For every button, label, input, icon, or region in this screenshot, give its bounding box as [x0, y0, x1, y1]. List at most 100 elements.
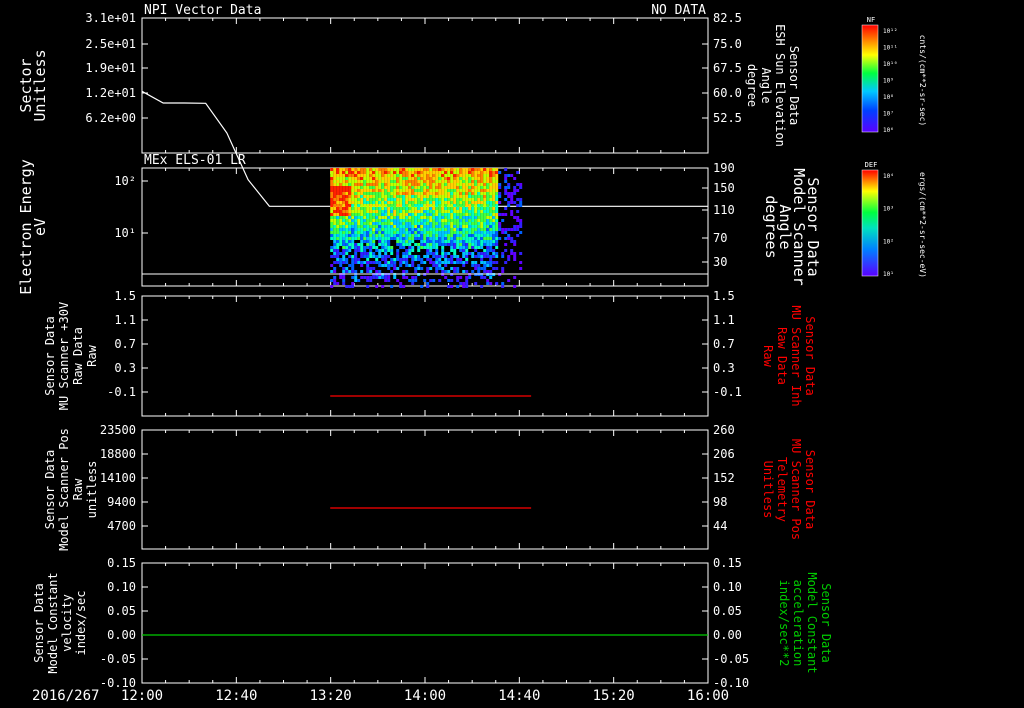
heatmap-cell: [435, 243, 439, 246]
heatmap-cell: [402, 180, 406, 183]
heatmap-cell: [459, 258, 463, 261]
heatmap-cell: [357, 192, 361, 195]
heatmap-cell: [381, 180, 385, 183]
heatmap-cell: [342, 243, 346, 246]
heatmap-cell: [339, 261, 343, 264]
heatmap-cell: [381, 219, 385, 222]
heatmap-cell: [360, 255, 364, 258]
heatmap-cell: [408, 264, 412, 267]
heatmap-cell: [495, 231, 499, 234]
heatmap-cell: [396, 267, 400, 270]
heatmap-cell: [405, 180, 409, 183]
heatmap-cell: [474, 228, 478, 231]
heatmap-cell: [384, 177, 388, 180]
left-axis-label: Sensor Data: [43, 450, 57, 529]
heatmap-cell: [390, 183, 394, 186]
heatmap-cell: [483, 198, 487, 201]
heatmap-cell: [393, 264, 397, 267]
colorbar-tick-label: 10⁹: [883, 78, 894, 85]
heatmap-cell: [396, 249, 400, 252]
heatmap-cell: [453, 225, 457, 228]
heatmap-cell: [420, 189, 424, 192]
heatmap-cell: [474, 213, 478, 216]
heatmap-cell: [378, 255, 382, 258]
heatmap-cell: [435, 261, 439, 264]
heatmap-cell: [462, 183, 466, 186]
heatmap-cell: [378, 186, 382, 189]
heatmap-cell: [465, 168, 469, 171]
heatmap-cell: [456, 219, 460, 222]
heatmap-cell: [369, 180, 373, 183]
time-tick-label: 15:20: [593, 688, 635, 704]
heatmap-cell: [333, 234, 337, 237]
heatmap-cell: [357, 204, 361, 207]
heatmap-cell: [363, 219, 367, 222]
heatmap-cell: [390, 171, 394, 174]
heatmap-cell: [450, 231, 454, 234]
heatmap-cell: [450, 261, 454, 264]
heatmap-cell: [444, 195, 448, 198]
heatmap-cell: [438, 231, 442, 234]
heatmap-cell: [405, 201, 409, 204]
heatmap-cell: [348, 207, 352, 210]
heatmap-cell: [465, 282, 469, 285]
heatmap-cell: [405, 177, 409, 180]
heatmap-cell: [348, 174, 352, 177]
heatmap-cell: [504, 213, 508, 216]
heatmap-cell: [339, 198, 343, 201]
heatmap-cell: [411, 171, 415, 174]
heatmap-cell: [426, 186, 430, 189]
heatmap-cell: [426, 204, 430, 207]
heatmap-cell: [447, 270, 451, 273]
heatmap-cell: [375, 219, 379, 222]
heatmap-cell: [369, 225, 373, 228]
heatmap-cell: [453, 207, 457, 210]
heatmap-cell: [468, 276, 472, 279]
heatmap-cell: [375, 177, 379, 180]
heatmap-cell: [471, 180, 475, 183]
heatmap-cell: [393, 192, 397, 195]
heatmap-cell: [426, 213, 430, 216]
heatmap-cell: [495, 243, 499, 246]
heatmap-cell: [462, 177, 466, 180]
heatmap-cell: [360, 180, 364, 183]
heatmap-cell: [387, 264, 391, 267]
heatmap-cell: [513, 216, 517, 219]
heatmap-cell: [405, 264, 409, 267]
heatmap-cell: [333, 219, 337, 222]
heatmap-cell: [468, 234, 472, 237]
left-tick-label: 10¹: [114, 226, 136, 240]
heatmap-cell: [408, 213, 412, 216]
right-tick-label: 260: [713, 423, 735, 437]
heatmap-cell: [351, 276, 355, 279]
heatmap-cell: [474, 246, 478, 249]
heatmap-cell: [501, 267, 505, 270]
heatmap-cell: [444, 180, 448, 183]
heatmap-cell: [483, 216, 487, 219]
heatmap-cell: [426, 282, 430, 285]
heatmap-cell: [429, 204, 433, 207]
heatmap-cell: [366, 261, 370, 264]
heatmap-cell: [453, 243, 457, 246]
heatmap-cell: [378, 207, 382, 210]
heatmap-cell: [516, 189, 520, 192]
heatmap-cell: [408, 207, 412, 210]
heatmap-cell: [429, 216, 433, 219]
heatmap-cell: [420, 234, 424, 237]
heatmap-cell: [489, 258, 493, 261]
heatmap-cell: [372, 267, 376, 270]
heatmap-cell: [414, 210, 418, 213]
heatmap-cell: [468, 192, 472, 195]
heatmap-cell: [405, 234, 409, 237]
heatmap-cell: [459, 201, 463, 204]
heatmap-cell: [411, 204, 415, 207]
heatmap-cell: [480, 261, 484, 264]
heatmap-cell: [498, 222, 502, 225]
heatmap-cell: [348, 177, 352, 180]
heatmap-cell: [333, 222, 337, 225]
heatmap-cell: [396, 234, 400, 237]
heatmap-cell: [348, 213, 352, 216]
right-tick-label: 60.0: [713, 86, 742, 100]
heatmap-cell: [477, 234, 481, 237]
heatmap-cell: [489, 264, 493, 267]
